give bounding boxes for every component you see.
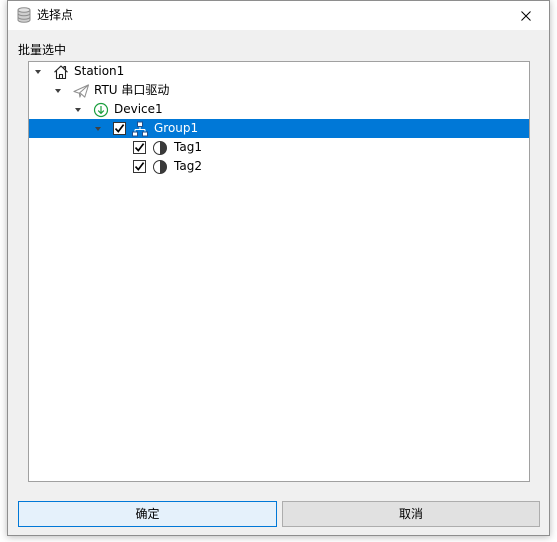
tree-node-tag[interactable]: Tag2: [29, 157, 529, 176]
expand-toggle[interactable]: [69, 100, 89, 119]
point-tree[interactable]: Station1 RTU 串口驱动 Device1 Group1 Tag1 Ta…: [28, 61, 530, 482]
expand-toggle[interactable]: [49, 81, 69, 100]
triangle-down-icon: [95, 126, 101, 131]
close-icon: [521, 10, 531, 21]
triangle-down-icon: [35, 69, 41, 74]
tree-node-station[interactable]: Station1: [29, 62, 529, 81]
tree-node-label: Tag1: [174, 140, 202, 154]
paper-plane-icon: [73, 83, 89, 99]
tree-node-label: Device1: [114, 102, 163, 116]
close-button[interactable]: [503, 1, 549, 30]
device-download-icon: [93, 102, 109, 118]
batch-select-label: 批量选中: [18, 43, 67, 57]
tree-node-tag[interactable]: Tag1: [29, 138, 529, 157]
tag-checkbox[interactable]: [133, 141, 146, 154]
tag-checkbox[interactable]: [133, 160, 146, 173]
house-icon: [53, 64, 69, 80]
triangle-down-icon: [75, 107, 81, 112]
tree-node-label: RTU 串口驱动: [94, 83, 170, 97]
dialog-body: 批量选中 Station1 RTU 串口驱动 Device1 Group1 Ta…: [8, 30, 549, 535]
tree-node-label: Station1: [74, 64, 125, 78]
tag-half-circle-icon: [151, 140, 169, 156]
title-bar[interactable]: 选择点: [8, 1, 549, 30]
tree-node-device[interactable]: Device1: [29, 100, 529, 119]
checkmark-icon: [134, 143, 145, 152]
triangle-down-icon: [55, 88, 61, 93]
tree-node-label: Tag2: [174, 159, 202, 173]
group-hierarchy-icon: [131, 121, 149, 137]
ok-button[interactable]: 确定: [18, 501, 277, 527]
expand-toggle[interactable]: [89, 119, 109, 138]
tag-half-circle-icon: [151, 159, 169, 175]
dialog-title: 选择点: [37, 8, 74, 22]
tree-node-group[interactable]: Group1: [29, 119, 529, 138]
database-icon: [17, 7, 31, 23]
select-points-dialog: 选择点 批量选中 Station1 RTU 串口驱动 Device1 Group…: [7, 0, 550, 536]
tree-node-driver[interactable]: RTU 串口驱动: [29, 81, 529, 100]
checkmark-icon: [114, 124, 125, 133]
group-checkbox[interactable]: [113, 122, 126, 135]
cancel-button[interactable]: 取消: [282, 501, 540, 527]
expand-toggle[interactable]: [29, 62, 49, 81]
checkmark-icon: [134, 162, 145, 171]
tree-node-label: Group1: [154, 121, 199, 135]
